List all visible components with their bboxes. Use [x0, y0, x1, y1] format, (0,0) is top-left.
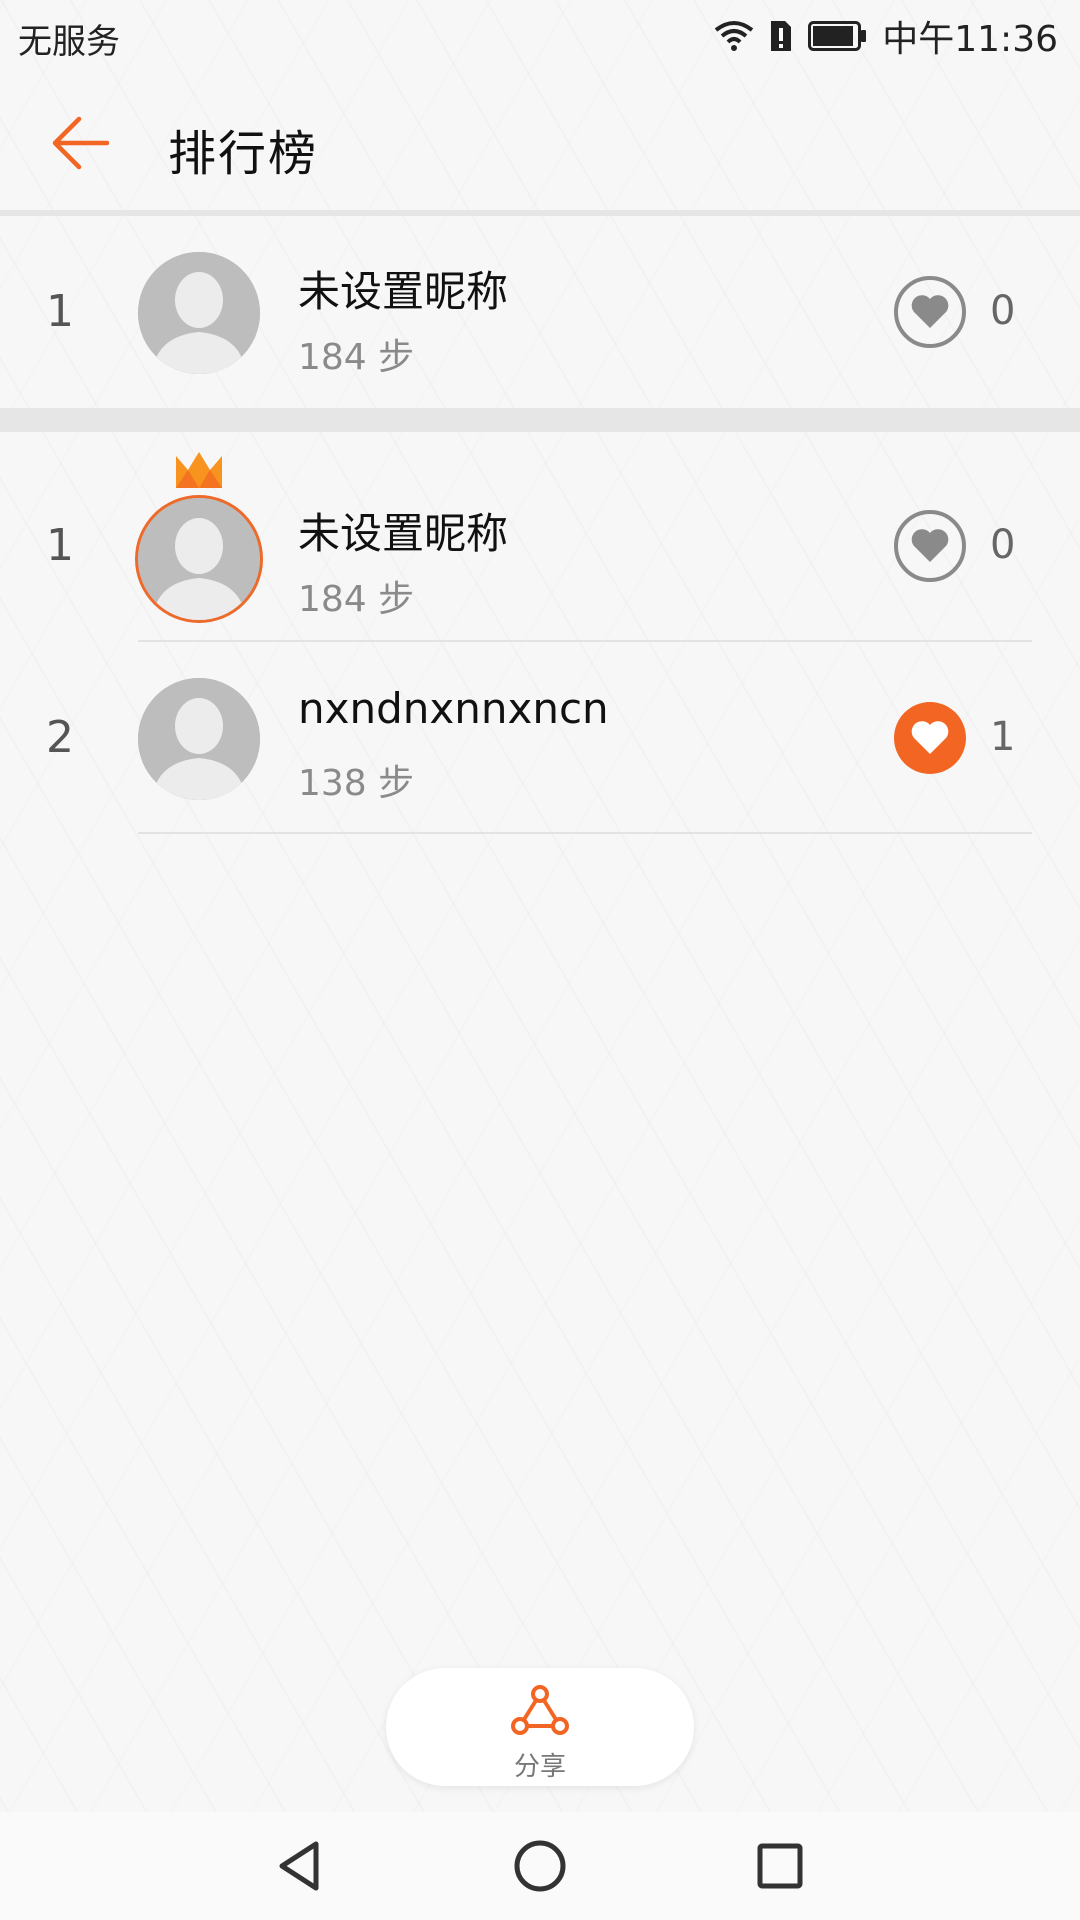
back-arrow-icon: [52, 116, 110, 170]
like-button[interactable]: [894, 510, 966, 582]
like-button[interactable]: [894, 702, 966, 774]
share-label: 分享: [513, 1752, 566, 1782]
back-triangle-icon: [279, 1841, 319, 1891]
row-divider: [138, 832, 1032, 834]
nav-recents-button[interactable]: [750, 1836, 810, 1896]
user-name: 未设置昵称: [298, 509, 509, 558]
heart-icon: [911, 295, 949, 328]
crown-icon: [176, 452, 222, 488]
step-count: 138 步: [298, 763, 415, 804]
rank-number: 1: [46, 520, 74, 571]
recents-square-icon: [757, 1843, 803, 1889]
rank-number: 2: [46, 712, 74, 763]
heart-icon: [911, 721, 949, 754]
nav-home-button[interactable]: [510, 1836, 570, 1896]
default-avatar-icon: [138, 498, 260, 620]
like-button[interactable]: [894, 276, 966, 348]
status-bar: 无服务 中午11:36: [0, 0, 1080, 72]
ranking-row-2[interactable]: 2 nxndnxnnxncn 138 步 1: [0, 642, 1080, 832]
status-icons: 中午11:36: [714, 12, 1058, 60]
system-nav-bar: [0, 1812, 1080, 1920]
app-header: 排行榜: [0, 72, 1080, 212]
ranking-row-1[interactable]: 1 未设置昵称 184 步 0: [0, 438, 1080, 628]
share-icon: [511, 1685, 569, 1735]
user-name: 未设置昵称: [298, 267, 509, 316]
header-divider: [0, 210, 1080, 216]
default-avatar-icon: [138, 252, 260, 374]
avatar[interactable]: [138, 252, 260, 374]
clock: 中午11:36: [882, 19, 1058, 60]
like-count: 0: [990, 522, 1016, 568]
user-name: nxndnxnnxncn: [298, 684, 609, 733]
section-divider: [0, 408, 1080, 432]
wifi-icon: [714, 20, 754, 52]
step-count: 184 步: [298, 337, 415, 378]
nav-back-button[interactable]: [270, 1836, 330, 1896]
like-count: 1: [990, 714, 1016, 760]
rank-number: 1: [46, 286, 74, 337]
battery-icon: [808, 21, 868, 51]
avatar[interactable]: [138, 498, 260, 620]
heart-icon: [911, 529, 949, 562]
carrier-label: 无服务: [18, 22, 120, 62]
avatar[interactable]: [138, 678, 260, 800]
home-circle-icon: [514, 1840, 566, 1892]
sim-alert-icon: [768, 19, 794, 53]
back-button[interactable]: [46, 108, 116, 178]
share-button[interactable]: 分享: [386, 1668, 694, 1786]
like-count: 0: [990, 288, 1016, 334]
page-title: 排行榜: [168, 126, 319, 182]
default-avatar-icon: [138, 678, 260, 800]
my-rank-row[interactable]: 1 未设置昵称 184 步 0: [0, 218, 1080, 408]
step-count: 184 步: [298, 579, 415, 620]
